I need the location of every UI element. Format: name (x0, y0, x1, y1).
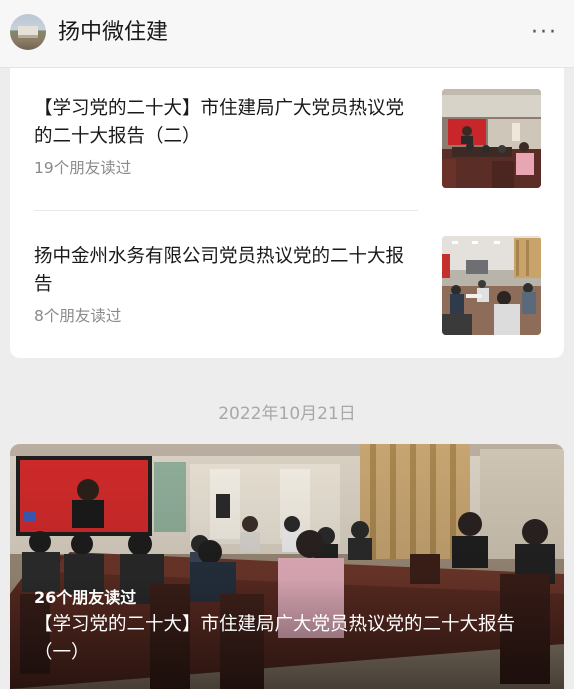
article-thumbnail[interactable] (442, 236, 541, 335)
featured-title[interactable]: 【学习党的二十大】市住建局广大党员热议党的二十大报告（一） (34, 611, 548, 667)
divider (34, 210, 418, 211)
featured-read-count: 26个朋友读过 (34, 588, 137, 607)
article-thumbnail[interactable] (442, 89, 541, 188)
article-title[interactable]: 【学习党的二十大】市住建局广大党员热议党的二十大报告（二） (34, 95, 418, 151)
article-item[interactable]: 扬中金州水务有限公司党员热议党的二十大报告 8个朋友读过 (34, 243, 418, 327)
article-read-count: 19个朋友读过 (34, 159, 132, 177)
article-read-count: 8个朋友读过 (34, 307, 122, 325)
article-list-card: 【学习党的二十大】市住建局广大党员热议党的二十大报告（二） 19个朋友读过 扬中… (10, 68, 564, 358)
account-avatar[interactable] (10, 14, 46, 50)
article-title[interactable]: 扬中金州水务有限公司党员热议党的二十大报告 (34, 243, 418, 299)
featured-article[interactable]: 26个朋友读过 【学习党的二十大】市住建局广大党员热议党的二十大报告（一） (10, 444, 564, 689)
account-title[interactable]: 扬中微住建 (58, 18, 168, 48)
featured-article-text: 26个朋友读过 【学习党的二十大】市住建局广大党员热议党的二十大报告（一） (34, 587, 548, 667)
app-header: 扬中微住建 ··· (0, 0, 574, 68)
date-separator: 2022年10月21日 (218, 404, 356, 424)
more-options-icon[interactable]: ··· (531, 22, 558, 44)
article-item[interactable]: 【学习党的二十大】市住建局广大党员热议党的二十大报告（二） 19个朋友读过 (34, 95, 418, 179)
